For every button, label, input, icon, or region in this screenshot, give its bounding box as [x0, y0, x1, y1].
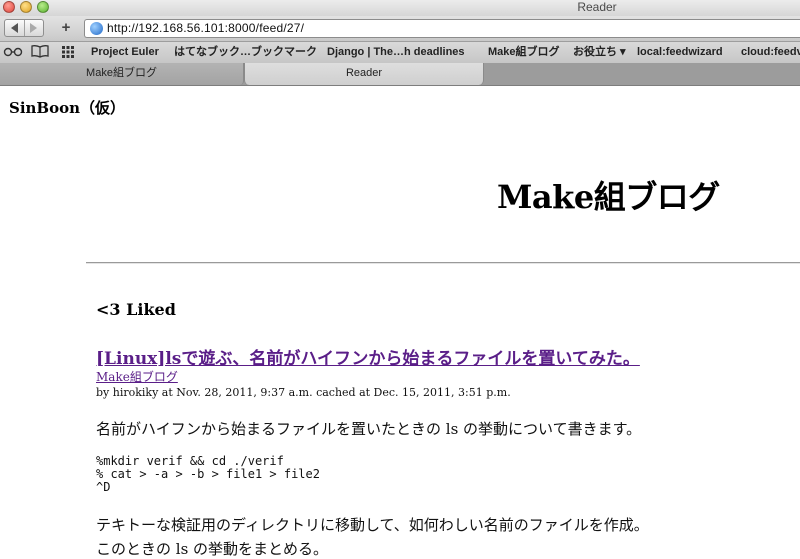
section-heading: <3 Liked [96, 300, 176, 319]
code-block: %mkdir verif && cd ./verif % cat > -a > … [96, 454, 320, 494]
bookmark-item[interactable]: Django | The…h deadlines [327, 42, 465, 62]
entry-paragraph: このときの ls の挙動をまとめる。 [96, 540, 329, 558]
open-book-icon[interactable] [31, 44, 49, 63]
divider [86, 262, 800, 264]
entry-paragraph: テキトーな検証用のディレクトリに移動して、如何わしい名前のファイルを作成。 [96, 516, 649, 534]
entry-meta: by hirokiky at Nov. 28, 2011, 9:37 a.m. … [96, 386, 511, 399]
top-sites-grid-icon[interactable] [61, 44, 75, 63]
site-name[interactable]: SinBoon（仮） [9, 97, 125, 118]
bookmark-folder[interactable]: お役立ち ▾ [573, 42, 626, 62]
feed-title: Make組ブログ [497, 178, 720, 216]
bookmark-item[interactable]: cloud:feedv [741, 42, 800, 62]
bookmarks-bar: Project Euler はてなブック…ブックマーク Django | The… [0, 42, 800, 64]
browser-toolbar: + http://192.168.56.101:8000/feed/27/ [0, 16, 800, 42]
bookmark-item[interactable]: はてなブック…ブックマーク [174, 42, 317, 62]
entry-feed-link[interactable]: Make組ブログ [96, 368, 178, 385]
tab-reader[interactable]: Reader [244, 63, 484, 85]
back-button[interactable] [5, 20, 24, 36]
entry-paragraph: 名前がハイフンから始まるファイルを置いたときの ls の挙動について書きます。 [96, 420, 642, 438]
address-bar[interactable]: http://192.168.56.101:8000/feed/27/ [84, 19, 800, 38]
reading-list-icon[interactable] [3, 44, 23, 63]
forward-button[interactable] [23, 20, 44, 36]
back-forward-group [4, 19, 44, 37]
tab-bar: Make組ブログ Reader [0, 63, 800, 86]
bookmark-item[interactable]: local:feedwizard [637, 42, 723, 62]
tab-make-blog[interactable]: Make組ブログ [0, 63, 244, 85]
window-title: Reader [577, 0, 617, 14]
window-title-bar: Reader [0, 0, 800, 17]
bookmark-item[interactable]: Project Euler [91, 42, 159, 62]
back-arrow-icon [10, 23, 18, 33]
forward-arrow-icon [30, 23, 38, 33]
entry-title-link[interactable]: [Linux]lsで遊ぶ、名前がハイフンから始まるファイルを置いてみた。 [96, 344, 640, 369]
add-bookmark-button[interactable]: + [57, 19, 75, 37]
globe-icon [90, 22, 103, 35]
bookmark-item[interactable]: Make組ブログ [488, 42, 560, 62]
address-url[interactable]: http://192.168.56.101:8000/feed/27/ [107, 20, 304, 37]
